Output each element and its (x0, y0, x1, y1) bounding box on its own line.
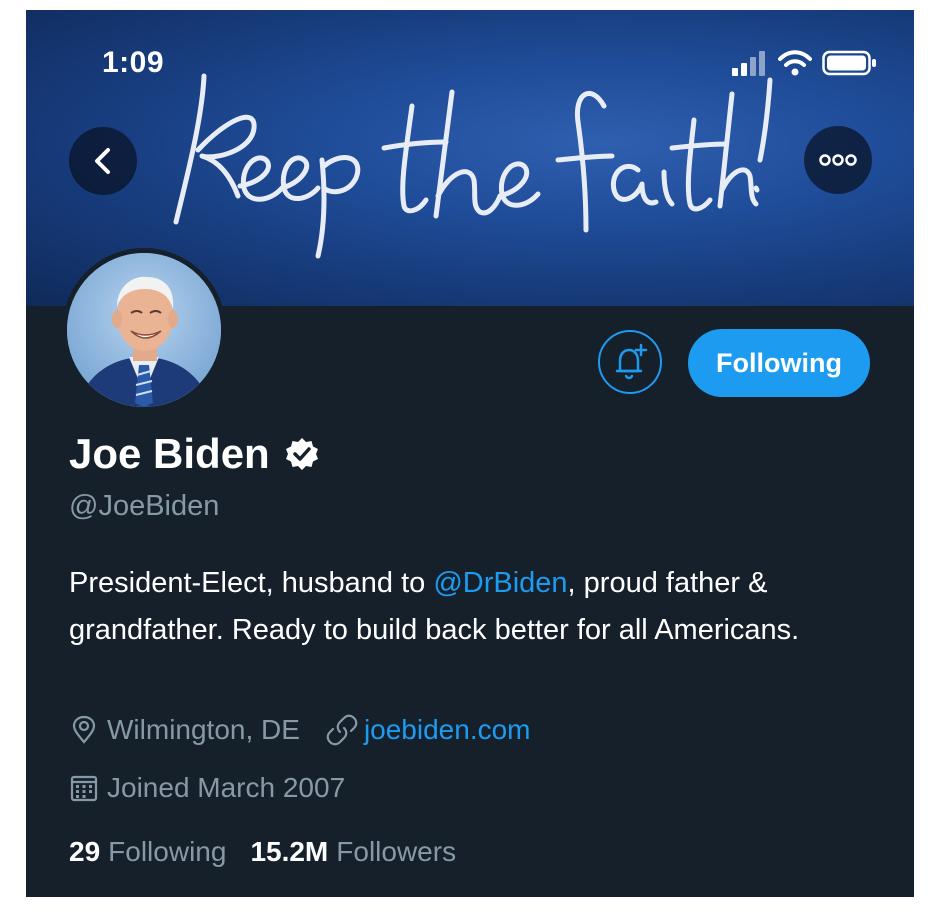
profile-screen: 1:09 Following Joe Biden @JoeBiden Presi… (26, 10, 914, 897)
cellular-signal-icon (732, 51, 765, 76)
website-link[interactable]: joebiden.com (364, 714, 531, 746)
bio-text-part1: President-Elect, husband to (69, 567, 434, 599)
more-options-button[interactable] (804, 126, 872, 194)
profile-avatar[interactable] (62, 248, 226, 412)
followers-label: Followers (336, 836, 457, 867)
location-pin-icon (72, 715, 96, 744)
joined-date: Joined March 2007 (107, 772, 346, 803)
status-icons (732, 50, 878, 76)
battery-icon (822, 50, 876, 76)
profile-name-row: Joe Biden (69, 430, 320, 478)
more-horizontal-icon (819, 154, 857, 166)
profile-bio: President-Elect, husband to @DrBiden, pr… (69, 560, 889, 654)
chevron-left-icon (95, 148, 110, 174)
link-icon (326, 714, 358, 746)
status-time: 1:09 (102, 46, 165, 79)
profile-meta-location-website: Wilmington, DE joebiden.com (69, 714, 531, 746)
profile-name: Joe Biden (69, 430, 270, 477)
avatar-image (67, 253, 221, 407)
following-button[interactable]: Following (688, 329, 870, 397)
followers-count: 15.2M (250, 836, 329, 867)
following-label: Following (108, 836, 227, 867)
wifi-icon (778, 50, 812, 76)
back-button[interactable] (69, 127, 137, 195)
following-stat[interactable]: 29 Following (69, 836, 226, 868)
profile-stats: 29 Following 15.2M Followers (69, 836, 456, 868)
notifications-bell-button[interactable] (598, 330, 662, 394)
profile-meta-joined: Joined March 2007 (69, 772, 345, 804)
calendar-icon (70, 775, 98, 802)
bell-plus-icon (615, 343, 648, 380)
following-count: 29 (69, 836, 101, 867)
location-text: Wilmington, DE (107, 714, 300, 745)
verified-badge-icon (285, 438, 318, 470)
profile-handle: @JoeBiden (69, 490, 220, 522)
bio-mention-link[interactable]: @DrBiden (433, 567, 567, 599)
followers-stat[interactable]: 15.2M Followers (250, 836, 456, 868)
